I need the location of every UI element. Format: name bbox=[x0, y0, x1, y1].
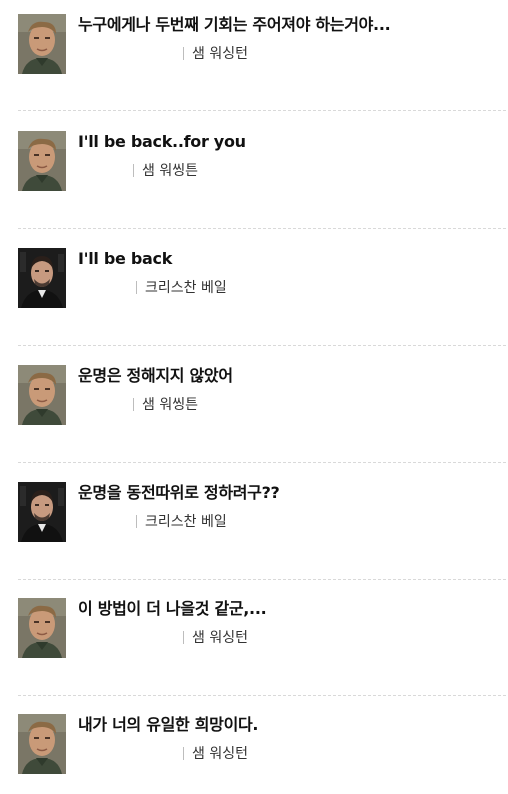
author-name: 샘 워씽튼 bbox=[142, 163, 198, 179]
separator bbox=[183, 747, 184, 760]
comment-list: 누구에게나 두번째 기회는 주어져야 하는거야... 샘 워싱턴 I'll be… bbox=[0, 0, 508, 782]
christian-avatar-icon bbox=[18, 248, 66, 308]
separator bbox=[183, 47, 184, 60]
item-title[interactable]: 누구에게나 두번째 기회는 주어져야 하는거야... bbox=[78, 14, 391, 36]
item-title[interactable]: I'll be back bbox=[78, 248, 172, 270]
avatar bbox=[18, 131, 66, 191]
author-name: 샘 워싱턴 bbox=[192, 746, 248, 762]
item-author: 샘 워씽튼 bbox=[133, 396, 198, 414]
author-name: 크리스찬 베일 bbox=[145, 280, 227, 296]
item-title[interactable]: I'll be back..for you bbox=[78, 131, 246, 153]
avatar bbox=[18, 482, 66, 542]
divider bbox=[18, 228, 506, 229]
list-item[interactable]: 내가 너의 유일한 희망이다. 샘 워싱턴 bbox=[18, 714, 506, 794]
sam-avatar-icon bbox=[18, 14, 66, 74]
item-author: 샘 워싱턴 bbox=[183, 45, 248, 63]
author-name: 샘 워싱턴 bbox=[192, 46, 248, 62]
item-author: 크리스찬 베일 bbox=[136, 279, 227, 297]
author-name: 크리스찬 베일 bbox=[145, 514, 227, 530]
item-author: 크리스찬 베일 bbox=[136, 513, 227, 531]
sam-avatar-icon bbox=[18, 365, 66, 425]
christian-avatar-icon bbox=[18, 482, 66, 542]
divider bbox=[18, 462, 506, 463]
list-item[interactable]: 이 방법이 더 나을것 같군,... 샘 워싱턴 bbox=[18, 598, 506, 678]
item-title[interactable]: 운명을 동전따위로 정하려구?? bbox=[78, 482, 280, 504]
separator bbox=[136, 281, 137, 294]
list-item[interactable]: I'll be back..for you 샘 워씽튼 bbox=[18, 131, 506, 211]
sam-avatar-icon bbox=[18, 714, 66, 774]
list-item[interactable]: 운명은 정해지지 않았어 샘 워씽튼 bbox=[18, 365, 506, 445]
item-title[interactable]: 내가 너의 유일한 희망이다. bbox=[78, 714, 259, 736]
item-author: 샘 워씽튼 bbox=[133, 162, 198, 180]
avatar bbox=[18, 714, 66, 774]
sam-avatar-icon bbox=[18, 598, 66, 658]
item-title[interactable]: 운명은 정해지지 않았어 bbox=[78, 365, 233, 387]
separator bbox=[133, 164, 134, 177]
item-author: 샘 워싱턴 bbox=[183, 745, 248, 763]
divider bbox=[18, 110, 506, 111]
separator bbox=[183, 631, 184, 644]
item-title[interactable]: 이 방법이 더 나을것 같군,... bbox=[78, 598, 267, 620]
sam-avatar-icon bbox=[18, 131, 66, 191]
item-author: 샘 워싱턴 bbox=[183, 629, 248, 647]
author-name: 샘 워씽튼 bbox=[142, 397, 198, 413]
divider bbox=[18, 695, 506, 696]
separator bbox=[136, 515, 137, 528]
avatar bbox=[18, 365, 66, 425]
list-item[interactable]: 누구에게나 두번째 기회는 주어져야 하는거야... 샘 워싱턴 bbox=[18, 14, 506, 94]
avatar bbox=[18, 14, 66, 74]
author-name: 샘 워싱턴 bbox=[192, 630, 248, 646]
divider bbox=[18, 345, 506, 346]
list-item[interactable]: 운명을 동전따위로 정하려구?? 크리스찬 베일 bbox=[18, 482, 506, 562]
separator bbox=[133, 398, 134, 411]
avatar bbox=[18, 598, 66, 658]
list-item[interactable]: I'll be back 크리스찬 베일 bbox=[18, 248, 506, 328]
divider bbox=[18, 579, 506, 580]
avatar bbox=[18, 248, 66, 308]
